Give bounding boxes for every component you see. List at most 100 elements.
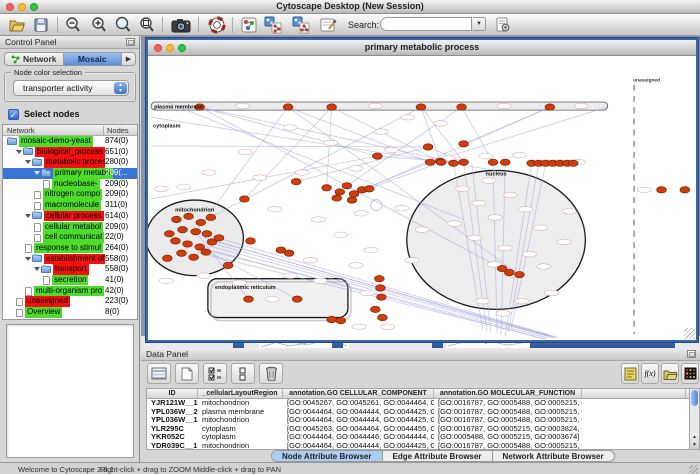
attribute-editor-button[interactable] [621, 363, 639, 384]
network-node[interactable] [214, 235, 224, 241]
network-node[interactable] [183, 241, 193, 247]
tree-row-secretion[interactable]: secretion41(0) [3, 275, 137, 286]
select-nodes-checkbox[interactable]: ✓ [8, 109, 19, 120]
select-attributes-button[interactable] [203, 363, 227, 384]
network-node[interactable] [457, 104, 467, 110]
network-node[interactable] [436, 159, 446, 165]
function-builder-button[interactable]: f(x) [641, 363, 659, 384]
network-node[interactable] [246, 238, 256, 244]
search-input[interactable] [380, 17, 472, 31]
layout-button[interactable] [238, 15, 260, 35]
network-node[interactable] [201, 249, 211, 255]
network-node[interactable] [378, 314, 388, 320]
network-node[interactable] [284, 250, 294, 256]
scrollbar-arrows[interactable]: ▲▼ [690, 433, 699, 449]
network-node[interactable] [164, 231, 174, 237]
tab-mosaic[interactable]: Mosaic [64, 53, 123, 65]
search-config-button[interactable] [492, 15, 514, 35]
tree-row-macromolecule[interactable]: macromolecule311(0) [3, 200, 137, 211]
tree-row-establishment-of-lo[interactable]: establishment of lo558(0) [3, 254, 137, 265]
node-color-dropdown[interactable]: transporter activity ▲▼ [13, 80, 129, 96]
tree-row-primary-metabo[interactable]: primary metabo209(... [3, 168, 137, 179]
zoom-selected-button[interactable] [112, 15, 134, 35]
table-row[interactable]: YPL036W__2plasma membrane[GO:0044464, GO… [147, 408, 690, 417]
tree-row-nucleobase-[interactable]: nucleobase-209(0) [3, 179, 137, 190]
resize-grip[interactable] [689, 465, 698, 474]
network-node[interactable] [223, 262, 233, 268]
float-data-panel-icon[interactable] [687, 350, 696, 358]
column-header-3[interactable]: annotation.GO CELLULAR_COMPONENT [283, 389, 434, 398]
save-session-button[interactable] [30, 15, 52, 35]
network-node[interactable] [488, 159, 498, 165]
float-control-panel-icon[interactable] [126, 38, 135, 46]
tree-row-metabolic-process[interactable]: metabolic process280(0) [3, 157, 137, 168]
birdseye-overview[interactable] [6, 324, 134, 458]
expander-icon[interactable] [25, 257, 31, 261]
network-node[interactable] [364, 186, 374, 192]
expander-icon[interactable] [34, 267, 40, 271]
network-node[interactable] [189, 254, 199, 260]
network-node[interactable] [172, 216, 182, 222]
network-node[interactable] [377, 294, 387, 300]
zoom-fit-button[interactable] [136, 15, 158, 35]
table-row[interactable]: YKR052Ccytoplasm[GO:0044464, GO:0044446,… [147, 433, 690, 442]
tab-node-attribute-browser[interactable]: Node Attribute Browser [272, 451, 383, 461]
network-node[interactable] [459, 141, 469, 147]
network-node[interactable] [449, 160, 459, 166]
network-node[interactable] [291, 178, 301, 184]
tree-col-network[interactable]: Network [7, 126, 35, 135]
network-canvas[interactable]: plasma membrane cytoplasm mitochondrion … [148, 56, 696, 340]
network-node[interactable] [423, 144, 433, 150]
network-node[interactable] [177, 250, 187, 256]
network-node[interactable] [342, 183, 352, 189]
network-node[interactable] [515, 271, 525, 277]
tree-row-overview[interactable]: Overview8(0) [3, 307, 137, 318]
zoom-out-button[interactable] [62, 15, 84, 35]
help-button[interactable] [206, 15, 228, 35]
network-node[interactable] [327, 104, 337, 110]
network-node[interactable] [372, 153, 382, 159]
scrollbar-thumb[interactable] [691, 390, 698, 406]
tree-row-cellular-process[interactable]: cellular process614(0) [3, 211, 137, 222]
network-node[interactable] [196, 219, 206, 225]
network-node[interactable] [347, 197, 357, 203]
network-node[interactable] [171, 238, 181, 244]
network-node[interactable] [459, 159, 469, 165]
tree-row-mosaic-demo-yeast[interactable]: mosaic-demo-yeast874(0) [3, 136, 137, 147]
table-scrollbar[interactable]: ▲▼ [689, 388, 700, 450]
network-node[interactable] [178, 227, 188, 233]
network-node[interactable] [162, 255, 172, 261]
network-edit-button-a[interactable] [262, 15, 284, 35]
tree-row-biological-process[interactable]: biological_process651(0) [3, 147, 137, 158]
network-node[interactable] [370, 306, 380, 312]
import-attributes-button[interactable] [661, 363, 679, 384]
table-row[interactable]: YJR121W__1mitochondrion[GO:0045267, GO:0… [147, 399, 690, 408]
network-node[interactable] [349, 191, 359, 197]
tree-col-nodes[interactable]: Nodes [103, 126, 129, 135]
network-node[interactable] [206, 214, 216, 220]
network-node[interactable] [335, 189, 345, 195]
table-row[interactable]: YLR295Ccytoplasm[GO:0045263, GO:0044464,… [147, 425, 690, 434]
unselect-attributes-button[interactable] [231, 363, 255, 384]
network-node[interactable] [376, 285, 386, 291]
column-header-2[interactable]: _cellularLayoutRegion [198, 389, 283, 398]
network-node[interactable] [416, 104, 426, 110]
delete-attribute-button[interactable] [259, 363, 283, 384]
network-edit-button-b[interactable] [290, 15, 312, 35]
network-node[interactable] [545, 104, 555, 110]
network-node[interactable] [332, 195, 342, 201]
matrix-view-button[interactable] [681, 363, 699, 384]
tree-row-response-to-stimul[interactable]: response to stimul264(0) [3, 243, 137, 254]
window-titlebar[interactable]: Cytoscape Desktop (New Session) [0, 0, 700, 14]
expander-icon[interactable] [25, 214, 31, 218]
network-node[interactable] [680, 187, 690, 193]
tree-row-multi-organism-pro[interactable]: multi-organism pro42(0) [3, 286, 137, 297]
canvas-resize-grip[interactable] [684, 328, 695, 339]
tree-row-nitrogen-compo[interactable]: nitrogen compo209(0) [3, 189, 137, 200]
network-node[interactable] [568, 160, 578, 166]
network-node[interactable] [500, 159, 510, 165]
expander-icon[interactable] [16, 150, 22, 154]
network-node[interactable] [191, 229, 201, 235]
table-row[interactable]: YPL036W__1mitochondrion[GO:0044464, GO:0… [147, 416, 690, 425]
network-node[interactable] [184, 213, 194, 219]
